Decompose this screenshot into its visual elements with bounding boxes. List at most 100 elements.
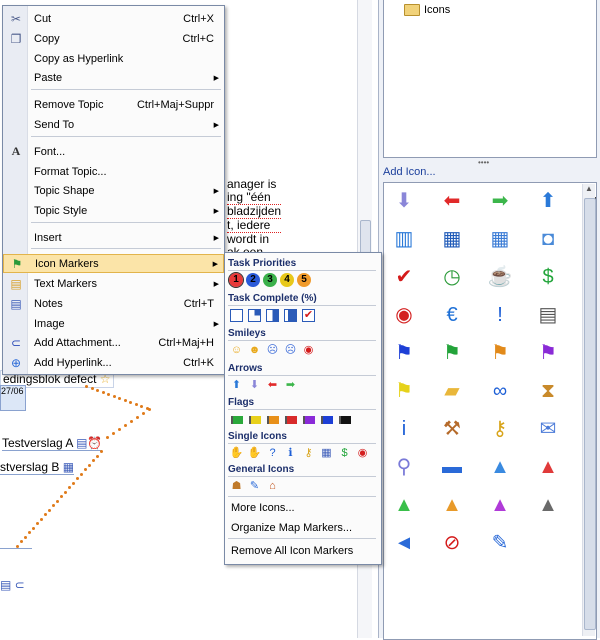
menu-item-image[interactable]: Image ▶ xyxy=(3,314,224,333)
glasses-icon[interactable]: ∞ xyxy=(482,376,518,406)
runner-icon[interactable]: ☗ xyxy=(229,479,244,494)
menu-item-topic-style[interactable]: Topic Style ▶ xyxy=(3,201,224,220)
no-entry-icon[interactable]: ⊘ xyxy=(434,528,470,558)
pane-splitter[interactable]: •••• xyxy=(478,158,489,167)
flag-icon[interactable] xyxy=(265,412,280,427)
checkmark-icon[interactable]: ✔ xyxy=(386,262,422,292)
megaphone-icon[interactable]: ◄ xyxy=(386,528,422,558)
scroll-up-arrow-icon[interactable]: ▲ xyxy=(583,184,595,196)
key-icon[interactable]: ⚷ xyxy=(301,446,316,461)
smiley-happy-icon[interactable]: ☺ xyxy=(229,343,244,358)
thumbs-down-icon[interactable]: ✋ xyxy=(247,446,262,461)
target-icon[interactable]: ◉ xyxy=(355,446,370,461)
menu-item-copy-as-hyperlink[interactable]: Copy as Hyperlink xyxy=(3,49,224,68)
camera-icon[interactable]: ◘ xyxy=(530,224,566,254)
smiley-neutral-icon[interactable]: ☻ xyxy=(247,343,262,358)
menu-item-insert[interactable]: Insert ▶ xyxy=(3,228,224,247)
icon-gallery[interactable]: ⬇⬅➡⬆●▥▦▦◘▮✔◷☕$@◉€!▤⚑⚑⚑⚑⚑⚑⚑▰∞⧗⌂i⚒⚷✉●⚲▬▲▲▲… xyxy=(383,182,597,640)
menu-item-notes[interactable]: ▤ Notes Ctrl+T xyxy=(3,294,224,313)
menu-item-add-attachment[interactable]: ⊂ Add Attachment... Ctrl+Maj+H xyxy=(3,333,224,352)
remove-all-icon-markers-item[interactable]: Remove All Icon Markers xyxy=(231,545,353,557)
flag-icon[interactable] xyxy=(319,412,334,427)
arrow-right-icon[interactable]: ➡ xyxy=(482,186,518,216)
arrow-down-icon[interactable]: ⬇ xyxy=(386,186,422,216)
mail-icon[interactable]: ✉ xyxy=(530,414,566,444)
calendar-icon[interactable]: ▦ xyxy=(482,224,518,254)
edit-icon[interactable]: ✎ xyxy=(247,479,262,494)
arrow-left-icon[interactable]: ⬅ xyxy=(265,378,280,393)
clock-icon[interactable]: ◷ xyxy=(434,262,470,292)
arrow-right-icon[interactable]: ➡ xyxy=(283,378,298,393)
menu-item-copy[interactable]: ❐ Copy Ctrl+C xyxy=(3,29,224,48)
triangle-red-icon[interactable]: ▲ xyxy=(530,452,566,482)
magnifier-icon[interactable]: ⚲ xyxy=(386,452,422,482)
folder-open-icon[interactable]: ▰ xyxy=(434,376,470,406)
flag-orange-icon[interactable]: ⚑ xyxy=(482,338,518,368)
menu-item-send-to[interactable]: Send To ▶ xyxy=(3,115,224,134)
book-icon[interactable]: ▥ xyxy=(386,224,422,254)
priority-2-icon[interactable]: 2 xyxy=(246,273,260,287)
map-icon[interactable]: ▦ xyxy=(434,224,470,254)
menu-item-topic-shape[interactable]: Topic Shape ▶ xyxy=(3,181,224,200)
priority-4-icon[interactable]: 4 xyxy=(280,273,294,287)
icons-tree[interactable]: Icons xyxy=(383,0,597,158)
calendar-icon[interactable]: ▦ xyxy=(319,446,334,461)
task-75-percent-icon[interactable] xyxy=(283,308,298,323)
topic-testverslag-a[interactable]: Testverslag A ▤⏰ xyxy=(2,436,103,451)
priority-5-icon[interactable]: 5 xyxy=(297,273,311,287)
more-icons-item[interactable]: More Icons... xyxy=(231,502,295,514)
flag-yellow-icon[interactable]: ⚑ xyxy=(386,376,422,406)
dollar-icon[interactable]: $ xyxy=(337,446,352,461)
mailbox-icon[interactable]: ▬ xyxy=(434,452,470,482)
arrow-up-icon[interactable]: ⬆ xyxy=(530,186,566,216)
euro-icon[interactable]: € xyxy=(434,300,470,330)
dollar-icon[interactable]: $ xyxy=(530,262,566,292)
flag-purple-icon[interactable]: ⚑ xyxy=(530,338,566,368)
smiley-shock-icon[interactable]: ◉ xyxy=(301,343,316,358)
arrow-left-icon[interactable]: ⬅ xyxy=(434,186,470,216)
task-25-percent-icon[interactable] xyxy=(247,308,262,323)
flag-icon[interactable] xyxy=(283,412,298,427)
menu-item-paste[interactable]: Paste ▶ xyxy=(3,68,224,87)
menu-item-add-hyperlink[interactable]: ⊕ Add Hyperlink... Ctrl+K xyxy=(3,353,224,372)
menu-item-cut[interactable]: ✂ Cut Ctrl+X xyxy=(3,9,224,28)
coffee-icon[interactable]: ☕ xyxy=(482,262,518,292)
question-icon[interactable]: ? xyxy=(265,446,280,461)
task-50-percent-icon[interactable] xyxy=(265,308,280,323)
task-0-percent-icon[interactable] xyxy=(229,308,244,323)
add-icon-link[interactable]: Add Icon... xyxy=(383,166,436,178)
topic-testverslag-b[interactable]: stverslag B ▦ xyxy=(0,460,75,475)
flag-icon[interactable] xyxy=(301,412,316,427)
house-icon[interactable]: ⌂ xyxy=(265,479,280,494)
smiley-angry-icon[interactable]: ☹ xyxy=(283,343,298,358)
smiley-sad-icon[interactable]: ☹ xyxy=(265,343,280,358)
key-icon[interactable]: ⚷ xyxy=(482,414,518,444)
flag-icon[interactable] xyxy=(229,412,244,427)
info-icon[interactable]: ℹ xyxy=(283,446,298,461)
menu-item-icon-markers[interactable]: ⚑ Icon Markers ▶ xyxy=(3,254,224,273)
fax-icon[interactable]: ▤ xyxy=(530,300,566,330)
menu-item-font[interactable]: A Font... xyxy=(3,142,224,161)
triangle-gray-icon[interactable]: ▲ xyxy=(530,490,566,520)
priority-3-icon[interactable]: 3 xyxy=(263,273,277,287)
target-icon[interactable]: ◉ xyxy=(386,300,422,330)
arrow-up-icon[interactable]: ⬆ xyxy=(229,378,244,393)
organize-map-markers-item[interactable]: Organize Map Markers... xyxy=(231,522,352,534)
gallery-scrollbar[interactable]: ▲ xyxy=(582,184,596,636)
menu-item-remove-topic[interactable]: Remove Topic Ctrl+Maj+Suppr xyxy=(3,95,224,114)
info-icon[interactable]: i xyxy=(386,414,422,444)
thumbs-up-icon[interactable]: ✋ xyxy=(229,446,244,461)
flag-icon[interactable] xyxy=(247,412,262,427)
hourglass-icon[interactable]: ⧗ xyxy=(530,376,566,406)
exclamation-icon[interactable]: ! xyxy=(482,300,518,330)
priority-1-icon[interactable]: 1 xyxy=(228,272,244,288)
arrow-down-icon[interactable]: ⬇ xyxy=(247,378,262,393)
flag-green-icon[interactable]: ⚑ xyxy=(434,338,470,368)
triangle-purple-icon[interactable]: ▲ xyxy=(482,490,518,520)
triangle-green-icon[interactable]: ▲ xyxy=(386,490,422,520)
flag-blue-icon[interactable]: ⚑ xyxy=(386,338,422,368)
tree-node-icons[interactable]: Icons xyxy=(404,4,450,16)
note-edit-icon[interactable]: ✎ xyxy=(482,528,518,558)
flag-icon[interactable] xyxy=(337,412,352,427)
triangle-blue-icon[interactable]: ▲ xyxy=(482,452,518,482)
